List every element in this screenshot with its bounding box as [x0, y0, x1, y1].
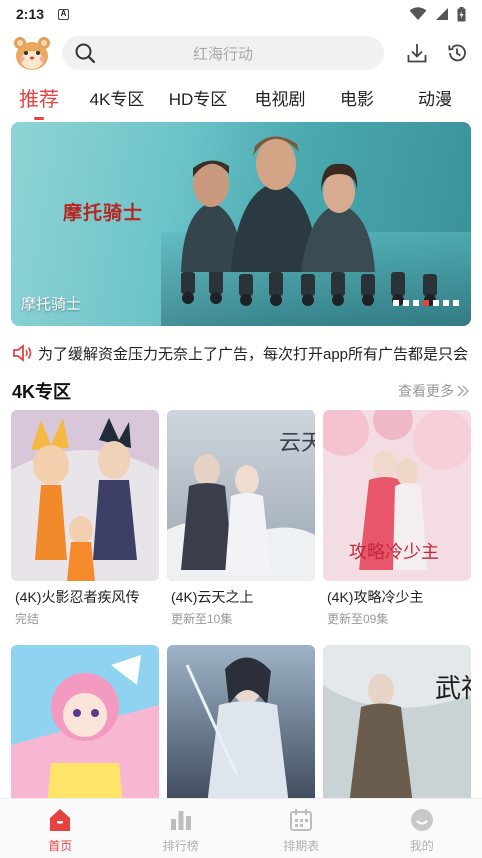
poster-image — [167, 645, 315, 805]
hamster-avatar-icon[interactable] — [12, 33, 52, 73]
home-icon — [50, 809, 71, 831]
banner-poster-art — [161, 136, 471, 326]
category-tabs: 推荐 4K专区 HD专区 电视剧 电影 动漫 — [0, 80, 482, 114]
poster-text-2: 攻略冷少主 — [349, 542, 439, 563]
tab-hd[interactable]: HD专区 — [156, 85, 240, 110]
banner-dot[interactable] — [393, 300, 399, 306]
battery-icon — [457, 6, 466, 21]
poster-image: 云天之上 — [167, 410, 315, 581]
tab-4k[interactable]: 4K专区 — [78, 85, 156, 110]
banner-dot[interactable] — [423, 300, 429, 306]
tab-tv-series[interactable]: 电视剧 — [240, 85, 320, 110]
card-status: 更新至10集 — [171, 612, 233, 626]
video-card-gonglue[interactable]: 攻略冷少主 (4K)攻略冷少主 更新至09集 — [323, 410, 471, 627]
signal-icon — [436, 8, 448, 20]
card-title: (4K)攻略冷少主 — [327, 589, 424, 605]
section-title: 4K专区 — [12, 382, 72, 402]
banner-dot[interactable] — [443, 300, 449, 306]
history-icon[interactable] — [444, 40, 470, 66]
notice-text: 为了缓解资金压力无奈上了广告，每次打开app所有广告都是只会 — [38, 345, 469, 363]
header-actions — [404, 40, 470, 66]
search-placeholder: 红海行动 — [192, 45, 253, 63]
tab-recommend[interactable]: 推荐 — [0, 83, 78, 112]
nav-schedule[interactable]: 排期表 — [241, 799, 362, 858]
banner-dot[interactable] — [433, 300, 439, 306]
poster-image — [11, 410, 159, 581]
nav-label: 排行榜 — [162, 839, 199, 853]
speaker-icon — [13, 344, 32, 362]
section-header-4k: 4K专区 查看更多 — [12, 378, 470, 404]
card-title: (4K)火影忍者疾风传 — [15, 589, 140, 605]
poster-text-3: 武神主宰 — [435, 674, 471, 704]
smiley-icon — [410, 809, 433, 831]
video-card-yuntian[interactable]: 云天之上 (4K)云天之上 更新至10集 — [167, 410, 315, 627]
card-status: 更新至09集 — [327, 612, 389, 626]
video-card-6[interactable]: 武神主宰 — [323, 645, 471, 805]
hero-banner[interactable]: 摩托骑士 摩托骑士 — [11, 122, 471, 326]
notice-bar[interactable]: 为了缓解资金压力无奈上了广告，每次打开app所有广告都是只会 — [12, 342, 470, 364]
nav-label: 首页 — [48, 839, 73, 853]
search-bar[interactable]: 红海行动 — [62, 36, 384, 70]
bottom-navigation: 首页 排行榜 排期表 我的 — [0, 798, 482, 858]
bar-chart-icon — [170, 811, 191, 830]
card-title: (4K)云天之上 — [171, 589, 254, 605]
search-icon — [75, 43, 96, 64]
banner-title-art: 摩托骑士 — [63, 203, 144, 224]
poster-image: 武神主宰 — [323, 645, 471, 805]
banner-dot[interactable] — [403, 300, 409, 306]
nav-profile[interactable]: 我的 — [362, 799, 482, 858]
nav-ranking[interactable]: 排行榜 — [121, 799, 242, 858]
nav-home[interactable]: 首页 — [0, 799, 121, 858]
view-more-link[interactable]: 查看更多 — [398, 381, 470, 401]
video-card-naruto[interactable]: (4K)火影忍者疾风传 完结 — [11, 410, 159, 627]
card-status: 完结 — [15, 612, 40, 626]
banner-pagination — [393, 300, 459, 306]
banner-caption: 摩托骑士 — [21, 296, 82, 313]
notification-icon: A — [58, 8, 70, 20]
tab-movie[interactable]: 电影 — [320, 85, 394, 110]
poster-image: 攻略冷少主 — [323, 410, 471, 581]
poster-image — [11, 645, 159, 805]
banner-dot[interactable] — [453, 300, 459, 306]
download-icon[interactable] — [404, 40, 430, 66]
status-time: 2:13 — [16, 6, 45, 22]
video-card-5[interactable] — [167, 645, 315, 805]
app-header: 红海行动 — [0, 32, 482, 74]
nav-label: 排期表 — [283, 839, 320, 853]
double-chevron-right-icon — [457, 385, 470, 397]
nav-label: 我的 — [409, 839, 434, 853]
status-bar: 2:13 A — [0, 0, 482, 28]
view-more-label: 查看更多 — [398, 383, 454, 399]
calendar-icon — [290, 809, 313, 831]
wifi-icon — [409, 7, 427, 20]
video-card-4[interactable] — [11, 645, 159, 805]
banner-dot[interactable] — [413, 300, 419, 306]
poster-text-1: 云天之上 — [279, 431, 315, 456]
status-icons — [409, 6, 466, 22]
tab-anime[interactable]: 动漫 — [394, 85, 476, 110]
